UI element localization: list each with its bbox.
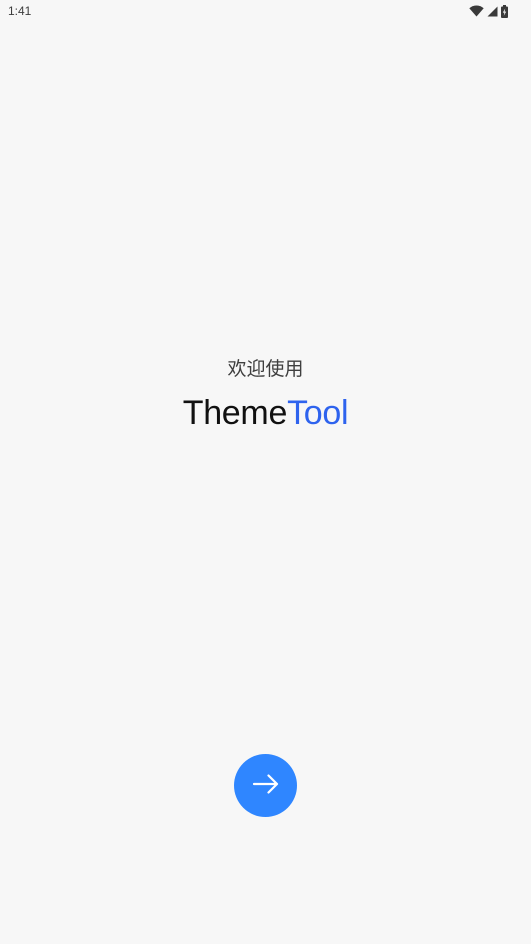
app-title-theme: Theme — [182, 394, 288, 432]
status-bar: 1:41 — [0, 0, 531, 24]
wifi-icon — [469, 5, 484, 17]
status-icons — [469, 4, 508, 18]
app-title: ThemeTool — [0, 392, 531, 434]
battery-icon — [501, 4, 508, 18]
welcome-text: 欢迎使用 — [227, 358, 304, 380]
app-title-tool: Tool — [287, 394, 349, 432]
status-time: 1:41 — [8, 4, 32, 18]
next-button[interactable] — [234, 754, 297, 817]
cellular-signal-icon — [487, 6, 498, 17]
arrow-right-icon — [251, 769, 281, 802]
